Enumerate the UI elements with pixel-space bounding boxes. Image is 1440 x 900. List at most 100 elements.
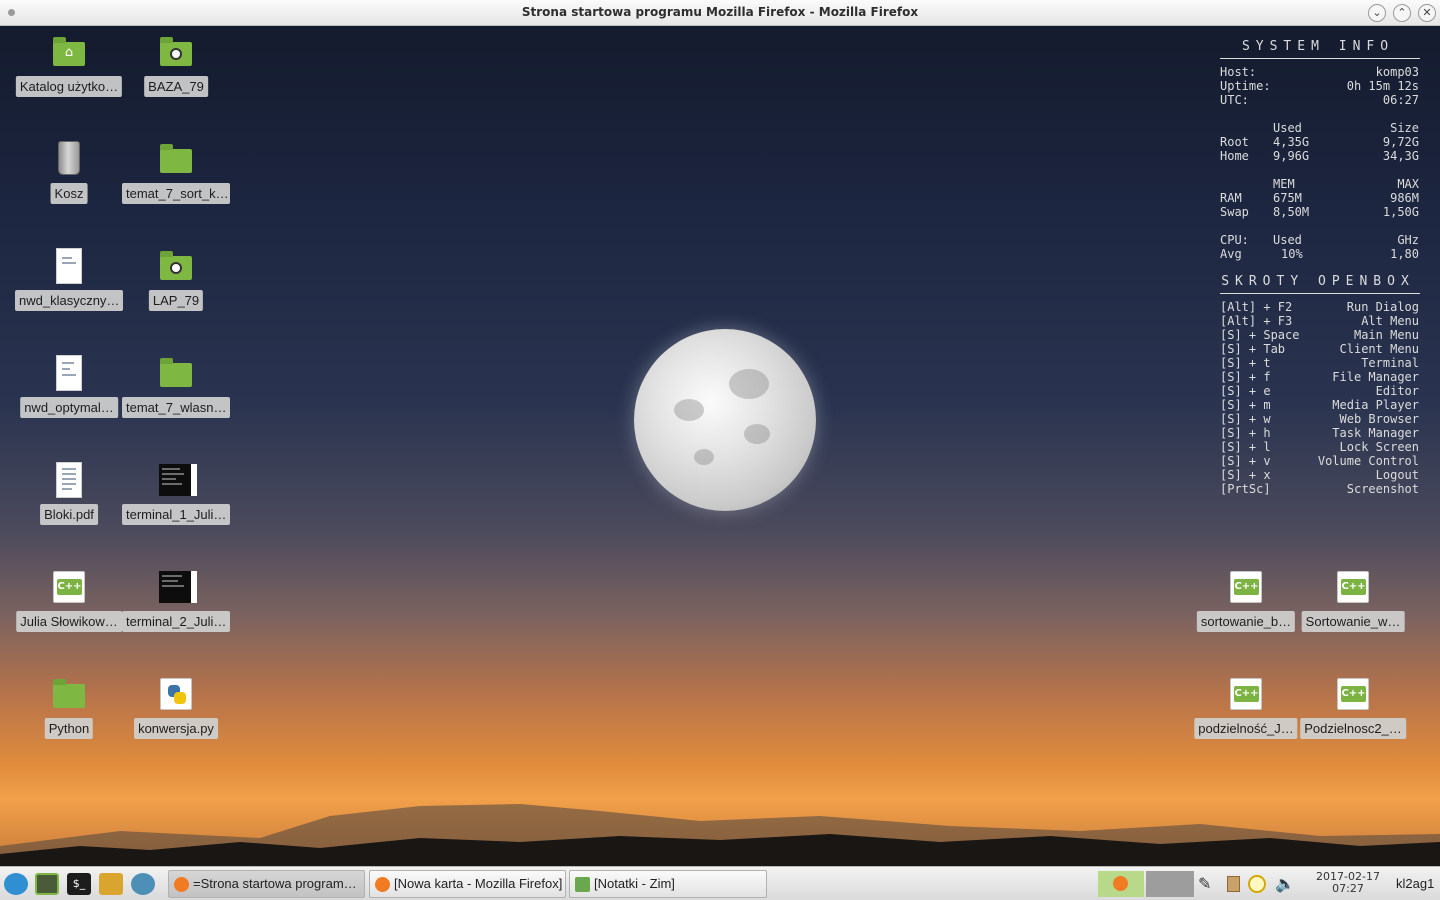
desktop-icon-terminal1[interactable]: terminal_1_Juli… xyxy=(122,458,230,532)
shortcut-action: Logout xyxy=(1375,468,1419,482)
desktop-icon-sortowanie-w[interactable]: C++ Sortowanie_w… xyxy=(1299,565,1407,639)
shortcut-action: Run Dialog xyxy=(1346,300,1419,314)
tray-empty-slot[interactable] xyxy=(1146,871,1194,897)
desktop-icon-bloki-pdf[interactable]: Bloki.pdf xyxy=(15,458,123,532)
shortcut-keys: [Alt] + F3 xyxy=(1220,314,1293,328)
task-label: =Strona startowa program… xyxy=(193,876,357,891)
shortcut-keys: [PrtSc] xyxy=(1220,482,1271,496)
user-name[interactable]: kl2ag1 xyxy=(1396,876,1434,891)
shortcut-row: [Alt] + F2 Run Dialog xyxy=(1212,300,1424,314)
utc-row: UTC: 06:27 xyxy=(1220,93,1419,107)
uptime-row: Uptime: 0h 15m 12s xyxy=(1220,79,1419,93)
shortcut-keys: [S] + h xyxy=(1220,426,1271,440)
desktop-icon-label: temat_7_sort_k… xyxy=(122,183,230,204)
window-title: Strona startowa programu Mozilla Firefox… xyxy=(521,5,919,19)
minimize-button[interactable]: ⌄ xyxy=(1368,4,1386,22)
menu-icon[interactable] xyxy=(4,873,28,895)
shortcut-action: Client Menu xyxy=(1339,342,1419,356)
conky-system-info: SYSTEM INFO Host: komp03 Uptime: 0h 15m 12… xyxy=(1212,40,1424,496)
power-icon[interactable] xyxy=(1247,871,1267,897)
home-row: Home 9,96G 34,3G xyxy=(1220,149,1419,163)
folder-icon xyxy=(160,144,192,173)
system-info-title: SYSTEM INFO xyxy=(1241,39,1395,54)
home-folder-icon[interactable] xyxy=(99,873,123,895)
clock-time: 07:27 xyxy=(1332,882,1364,895)
shortcut-row: [S] + m Media Player xyxy=(1212,398,1424,412)
cpp-file-icon: C++ xyxy=(1337,678,1369,710)
desktop-icon-label: terminal_2_Juli… xyxy=(122,611,230,632)
shortcut-keys: [S] + f xyxy=(1220,370,1271,384)
desktop-icon-terminal2[interactable]: terminal_2_Juli… xyxy=(122,565,230,639)
clipboard-icon[interactable] xyxy=(1224,871,1242,897)
desktop-icon-label: BAZA_79 xyxy=(144,76,208,97)
task-firefox-start[interactable]: =Strona startowa program… xyxy=(168,870,365,898)
shortcut-action: Editor xyxy=(1375,384,1419,398)
desktop-icon-label: podzielność_J… xyxy=(1194,718,1298,739)
shortcut-action: Web Browser xyxy=(1339,412,1419,426)
shortcut-keys: [S] + w xyxy=(1220,412,1271,426)
shortcut-action: Screenshot xyxy=(1346,482,1419,496)
clock[interactable]: 2017-02-17 07:27 xyxy=(1310,871,1386,895)
shortcut-list: [Alt] + F2 Run Dialog [Alt] + F3 Alt Menu [S… xyxy=(1212,300,1424,496)
desktop-icon-temat7-sort[interactable]: temat_7_sort_k… xyxy=(122,137,230,211)
desktop-icon-konwersja-py[interactable]: konwersja.py xyxy=(122,672,230,746)
document-icon xyxy=(56,355,82,391)
tray-firefox[interactable] xyxy=(1098,871,1144,897)
desktop-icon-podzielnosc2[interactable]: C++ Podzielnosc2_… xyxy=(1299,672,1407,746)
divider xyxy=(1220,58,1420,59)
python-file-icon xyxy=(160,678,192,710)
shortcut-keys: [S] + x xyxy=(1220,468,1271,482)
shortcut-row: [S] + f File Manager xyxy=(1212,370,1424,384)
desktop-icon-podzielnosc-j[interactable]: C++ podzielność_J… xyxy=(1192,672,1300,746)
desktop-icon-python[interactable]: Python xyxy=(15,672,123,746)
firefox-icon xyxy=(1113,876,1128,891)
desktop-icon-label: Julia Słowikow… xyxy=(16,611,122,632)
shortcut-keys: [Alt] + F2 xyxy=(1220,300,1293,314)
disk-header-row: Used Size xyxy=(1273,121,1419,135)
desktop-icon-nwd-optymal[interactable]: nwd_optymal… xyxy=(15,351,123,425)
image-thumbnail-icon xyxy=(159,571,197,603)
volume-icon[interactable]: 🔈 xyxy=(1275,871,1299,897)
cpp-file-icon: C++ xyxy=(1230,678,1262,710)
maximize-button[interactable]: ⌃ xyxy=(1393,4,1411,22)
file-manager-icon[interactable] xyxy=(35,873,59,895)
window-titlebar[interactable]: Strona startowa programu Mozilla Firefox… xyxy=(0,0,1440,26)
shortcut-keys: [S] + Tab xyxy=(1220,342,1286,356)
shortcut-action: Task Manager xyxy=(1332,426,1419,440)
pdf-icon xyxy=(56,462,82,498)
home-folder-icon: ⌂ xyxy=(53,37,85,66)
desktop-icon-label: Sortowanie_w… xyxy=(1301,611,1405,632)
browser-icon[interactable] xyxy=(131,873,155,895)
close-button[interactable]: ✕ xyxy=(1418,4,1436,22)
desktop-icon-label: Python xyxy=(44,718,94,739)
desktop-icon-lap79[interactable]: LAP_79 xyxy=(122,244,230,318)
desktop-icon-home[interactable]: ⌂ Katalog użytko… xyxy=(15,30,123,104)
shortcut-action: Main Menu xyxy=(1353,328,1419,342)
shortcuts-title: SKROTY OPENBOX xyxy=(1221,274,1415,289)
desktop-icon-julia-slowikow[interactable]: C++ Julia Słowikow… xyxy=(15,565,123,639)
host-row: Host: komp03 xyxy=(1220,65,1419,79)
ram-row: RAM 675M 986M xyxy=(1220,191,1419,205)
shortcut-row: [S] + Space Main Menu xyxy=(1212,328,1424,342)
pencil-icon[interactable]: ✎ xyxy=(1198,871,1218,897)
shortcut-row: [S] + v Volume Control xyxy=(1212,454,1424,468)
hills-silhouette xyxy=(0,804,1440,866)
cpp-file-icon: C++ xyxy=(1230,571,1262,603)
desktop-icon-nwd-klasyczny[interactable]: nwd_klasyczny… xyxy=(15,244,123,318)
shortcut-action: Volume Control xyxy=(1317,454,1419,468)
shortcut-keys: [S] + t xyxy=(1220,356,1271,370)
task-zim-notes[interactable]: [Notatki - Zim] xyxy=(569,870,767,898)
terminal-icon[interactable]: $_ xyxy=(67,873,91,895)
desktop-icon-sortowanie-b[interactable]: C++ sortowanie_b… xyxy=(1192,565,1300,639)
root-row: Root 4,35G 9,72G xyxy=(1220,135,1419,149)
desktop-icon-label: Podzielnosc2_… xyxy=(1300,718,1406,739)
shortcut-row: [S] + e Editor xyxy=(1212,384,1424,398)
desktop-icon-temat7-wlasn[interactable]: temat_7_wlasn… xyxy=(122,351,230,425)
desktop-icon-label: nwd_optymal… xyxy=(20,397,118,418)
firefox-icon xyxy=(174,877,189,892)
swap-row: Swap 8,50M 1,50G xyxy=(1220,205,1419,219)
task-label: [Notatki - Zim] xyxy=(594,876,675,891)
desktop-icon-trash[interactable]: Kosz xyxy=(15,137,123,211)
task-firefox-new-tab[interactable]: [Nowa karta - Mozilla Firefox] xyxy=(369,870,566,898)
desktop-icon-baza79[interactable]: BAZA_79 xyxy=(122,30,230,104)
